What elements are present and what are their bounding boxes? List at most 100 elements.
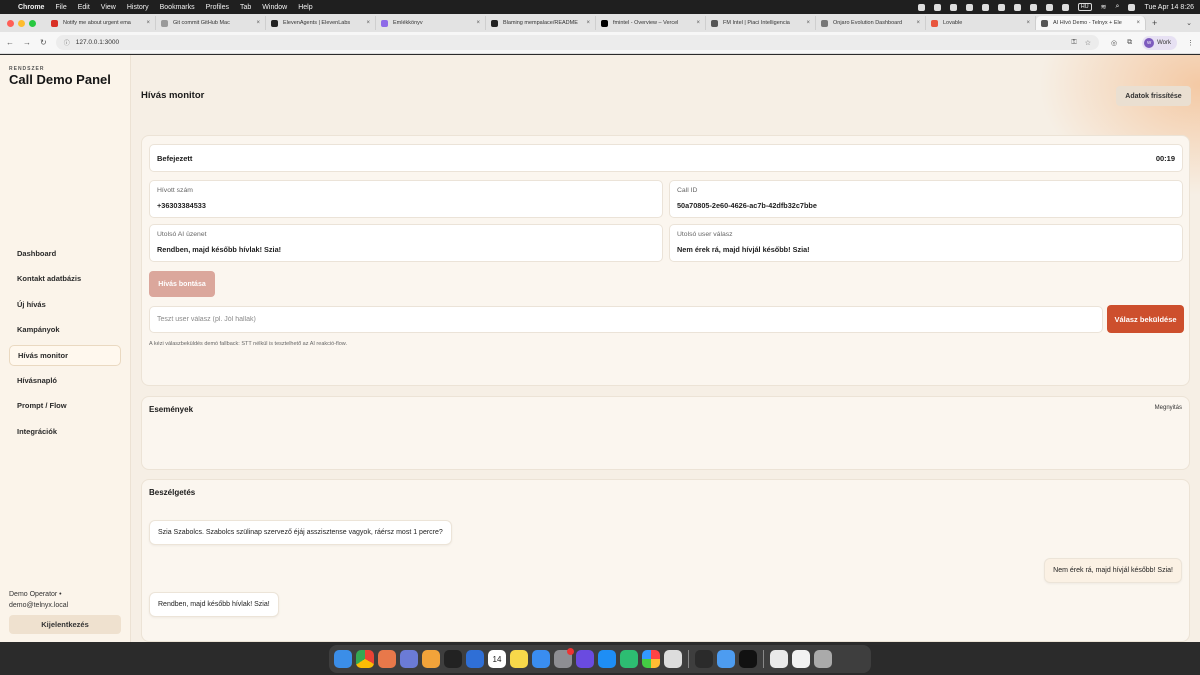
sidebar-item-prompt-flow[interactable]: Prompt / Flow	[9, 395, 121, 416]
tab-close-icon[interactable]: ×	[586, 20, 590, 26]
app-icon[interactable]	[717, 650, 735, 668]
menu-file[interactable]: File	[55, 4, 66, 11]
browser-tab[interactable]: FM Intel | Piaci Intelligencia ×	[706, 16, 816, 30]
trash-icon[interactable]	[814, 650, 832, 668]
browser-tab[interactable]: AI Hívó Demo - Telnyx + Ele ×	[1036, 16, 1146, 30]
sidebar-item-integrations[interactable]: Integrációk	[9, 421, 121, 442]
status-app-icon[interactable]	[949, 3, 957, 11]
menu-app-name[interactable]: Chrome	[18, 4, 44, 11]
status-app-icon[interactable]	[965, 3, 973, 11]
tab-close-icon[interactable]: ×	[366, 20, 370, 26]
system-settings-icon[interactable]	[554, 648, 574, 668]
extension-icon[interactable]: ◎	[1111, 39, 1117, 47]
outlook-icon[interactable]	[466, 650, 484, 668]
tab-close-icon[interactable]: ×	[1136, 20, 1140, 26]
notes-icon[interactable]	[510, 650, 528, 668]
browser-tab[interactable]: Onjaro Evolution Dashboard ×	[816, 16, 926, 30]
tab-close-icon[interactable]: ×	[256, 20, 260, 26]
site-info-icon[interactable]: ⓘ	[64, 38, 70, 47]
tab-close-icon[interactable]: ×	[916, 20, 920, 26]
page-title: Hívás monitor	[141, 90, 205, 101]
keyboard-layout-indicator[interactable]: HU	[1077, 3, 1092, 11]
browser-menu-icon[interactable]: ⋮	[1187, 39, 1194, 47]
menu-window[interactable]: Window	[262, 4, 287, 11]
claude-icon[interactable]	[378, 650, 396, 668]
menu-bookmarks[interactable]: Bookmarks	[160, 4, 195, 11]
menu-help[interactable]: Help	[298, 4, 312, 11]
status-app-icon[interactable]	[1045, 3, 1053, 11]
launchpad-icon[interactable]	[664, 650, 682, 668]
sidebar-item-contacts[interactable]: Kontakt adatbázis	[9, 268, 121, 289]
photos-icon[interactable]	[642, 650, 660, 668]
app-icon[interactable]	[576, 650, 594, 668]
browser-tab[interactable]: ElevenAgents | ElevenLabs ×	[266, 16, 376, 30]
menu-history[interactable]: History	[127, 4, 149, 11]
forward-icon[interactable]: →	[23, 38, 31, 47]
back-icon[interactable]: ←	[6, 38, 14, 47]
status-app-icon[interactable]	[933, 3, 941, 11]
chrome-icon[interactable]	[356, 650, 374, 668]
tab-label: Onjaro Evolution Dashboard	[833, 20, 903, 26]
document-icon[interactable]	[770, 650, 788, 668]
tab-search-chevron-icon[interactable]: ⌄	[1186, 19, 1192, 27]
logout-button[interactable]: Kijelentkezés	[9, 615, 121, 634]
password-key-icon[interactable]: ⚿	[1071, 39, 1076, 47]
app-store-icon[interactable]	[598, 650, 616, 668]
terminal-icon[interactable]	[444, 650, 462, 668]
menu-view[interactable]: View	[101, 4, 116, 11]
tab-close-icon[interactable]: ×	[806, 20, 810, 26]
browser-tab[interactable]: Lovable ×	[926, 16, 1036, 30]
refresh-data-button[interactable]: Adatok frissítése	[1116, 86, 1191, 106]
menu-tab[interactable]: Tab	[240, 4, 251, 11]
status-app-icon[interactable]	[1013, 3, 1021, 11]
sidebar-item-new-call[interactable]: Új hívás	[9, 294, 121, 315]
extensions-puzzle-icon[interactable]: ⧉	[1127, 39, 1132, 47]
tab-close-icon[interactable]: ×	[1026, 20, 1030, 26]
url-text[interactable]: 127.0.0.1:3000	[76, 39, 119, 46]
close-window-icon[interactable]	[7, 19, 14, 27]
hangup-button[interactable]: Hívás bontása	[149, 271, 215, 297]
app-grid-icon[interactable]	[739, 650, 757, 668]
spotlight-icon[interactable]: ⌕	[1116, 3, 1120, 11]
sidebar-item-call-log[interactable]: Hívásnapló	[9, 370, 121, 391]
sidebar-item-dashboard[interactable]: Dashboard	[9, 243, 121, 264]
battery-icon[interactable]	[1061, 3, 1069, 11]
tab-close-icon[interactable]: ×	[476, 20, 480, 26]
safari-icon[interactable]	[532, 650, 550, 668]
maximize-window-icon[interactable]	[29, 19, 36, 27]
send-reply-button[interactable]: Válasz beküldése	[1107, 305, 1184, 333]
menu-edit[interactable]: Edit	[78, 4, 90, 11]
control-center-icon[interactable]	[1128, 3, 1136, 11]
app-icon[interactable]	[620, 650, 638, 668]
bookmark-star-icon[interactable]: ☆	[1085, 39, 1091, 47]
status-app-icon[interactable]	[981, 3, 989, 11]
app-icon[interactable]	[400, 650, 418, 668]
status-app-icon[interactable]	[1029, 3, 1037, 11]
menu-clock[interactable]: Tue Apr 14 8:26	[1144, 4, 1194, 11]
tab-close-icon[interactable]: ×	[146, 20, 150, 26]
app-icon[interactable]	[695, 650, 713, 668]
test-reply-input[interactable]	[149, 306, 1103, 333]
calendar-icon[interactable]: 14	[488, 650, 506, 668]
tab-close-icon[interactable]: ×	[696, 20, 700, 26]
minimize-window-icon[interactable]	[18, 19, 25, 27]
browser-tab[interactable]: fmintel - Overview – Vercel ×	[596, 16, 706, 30]
profile-button[interactable]: W Work	[1142, 35, 1177, 50]
address-bar[interactable]: ⓘ 127.0.0.1:3000 ⚿ ☆	[55, 35, 1099, 50]
events-open-link[interactable]: Megnyitás	[1155, 405, 1182, 411]
status-app-icon[interactable]	[997, 3, 1005, 11]
downloads-icon[interactable]	[792, 650, 810, 668]
browser-tab[interactable]: Git commit GitHub Mac ×	[156, 16, 266, 30]
menu-profiles[interactable]: Profiles	[206, 4, 229, 11]
sidebar-item-call-monitor[interactable]: Hívás monitor	[9, 344, 121, 366]
browser-tab[interactable]: Notify me about urgent ema ×	[46, 16, 156, 30]
browser-tab[interactable]: Emlékkönyv ×	[376, 16, 486, 30]
wifi-icon[interactable]: ≋	[1101, 3, 1107, 11]
sublime-icon[interactable]	[422, 650, 440, 668]
reload-icon[interactable]: ↻	[40, 38, 47, 47]
new-tab-icon[interactable]: +	[1152, 18, 1157, 28]
sidebar-item-campaigns[interactable]: Kampányok	[9, 319, 121, 340]
status-app-icon[interactable]	[917, 3, 925, 11]
browser-tab[interactable]: Blaming mempalace/README ×	[486, 16, 596, 30]
finder-icon[interactable]	[334, 650, 352, 668]
